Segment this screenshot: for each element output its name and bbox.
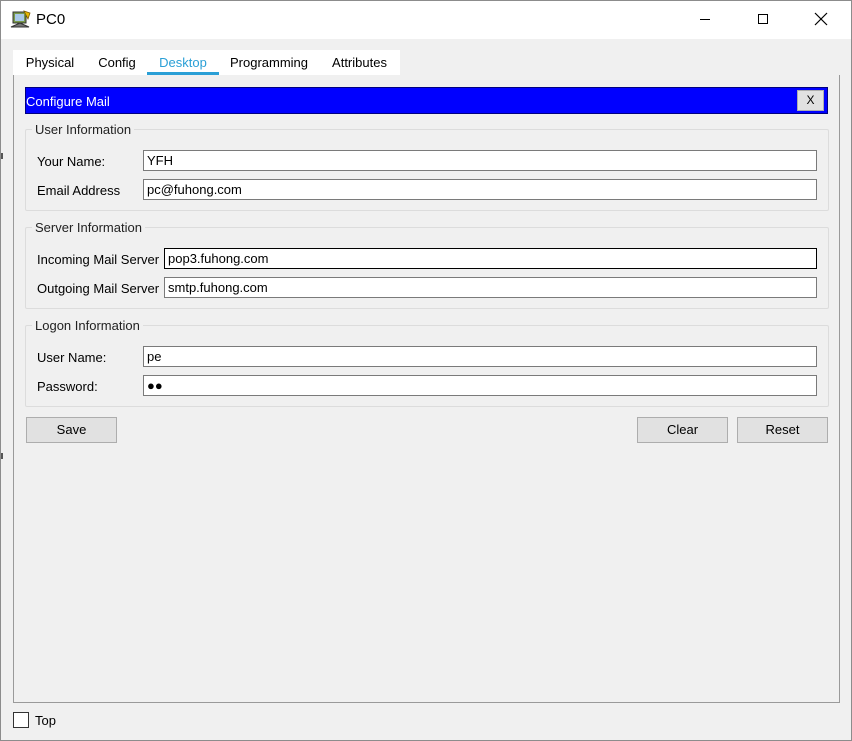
title-bar[interactable]: PC0 [1,1,851,39]
maximize-button[interactable] [740,1,786,39]
close-window-button[interactable] [798,1,844,39]
user-name-field[interactable] [143,346,817,367]
maximize-icon [757,13,769,28]
tab-desktop[interactable]: Desktop [147,50,219,75]
incoming-mail-server-field[interactable] [164,248,817,269]
close-icon [814,12,828,29]
your-name-label: Your Name: [37,154,106,169]
tab-programming[interactable]: Programming [219,50,319,75]
edge-marker [1,453,3,459]
configure-mail-header: Configure Mail X [25,87,828,114]
email-address-field[interactable] [143,179,817,200]
password-field[interactable] [143,375,817,396]
outgoing-mail-server-field[interactable] [164,277,817,298]
minimize-icon [699,13,711,28]
packet-tracer-pc-icon [10,10,32,30]
server-information-legend: Server Information [35,220,142,235]
minimize-button[interactable] [682,1,728,39]
configure-mail-title: Configure Mail [26,94,110,109]
incoming-mail-server-label: Incoming Mail Server [37,252,160,267]
window-title: PC0 [36,11,66,28]
save-button[interactable]: Save [26,417,117,443]
tab-bar: Physical Config Desktop Programming Attr… [13,50,400,75]
password-label: Password: [37,379,98,394]
tab-physical[interactable]: Physical [13,50,87,75]
your-name-field[interactable] [143,150,817,171]
outgoing-mail-server-label: Outgoing Mail Server [37,281,160,296]
top-checkbox[interactable] [13,712,29,728]
email-address-label: Email Address [37,183,121,198]
desktop-panel: Configure Mail X User Information Your N… [13,75,840,703]
reset-button[interactable]: Reset [737,417,828,443]
close-mail-button[interactable]: X [797,90,824,111]
edge-marker [1,153,3,159]
tab-config[interactable]: Config [87,50,147,75]
logon-information-legend: Logon Information [35,318,140,333]
user-information-legend: User Information [35,122,132,137]
user-name-label: User Name: [37,350,107,365]
clear-button[interactable]: Clear [637,417,728,443]
app-window: PC0 Physical Config Desktop Programming … [0,0,852,741]
top-checkbox-label: Top [35,713,56,728]
tab-attributes[interactable]: Attributes [319,50,400,75]
